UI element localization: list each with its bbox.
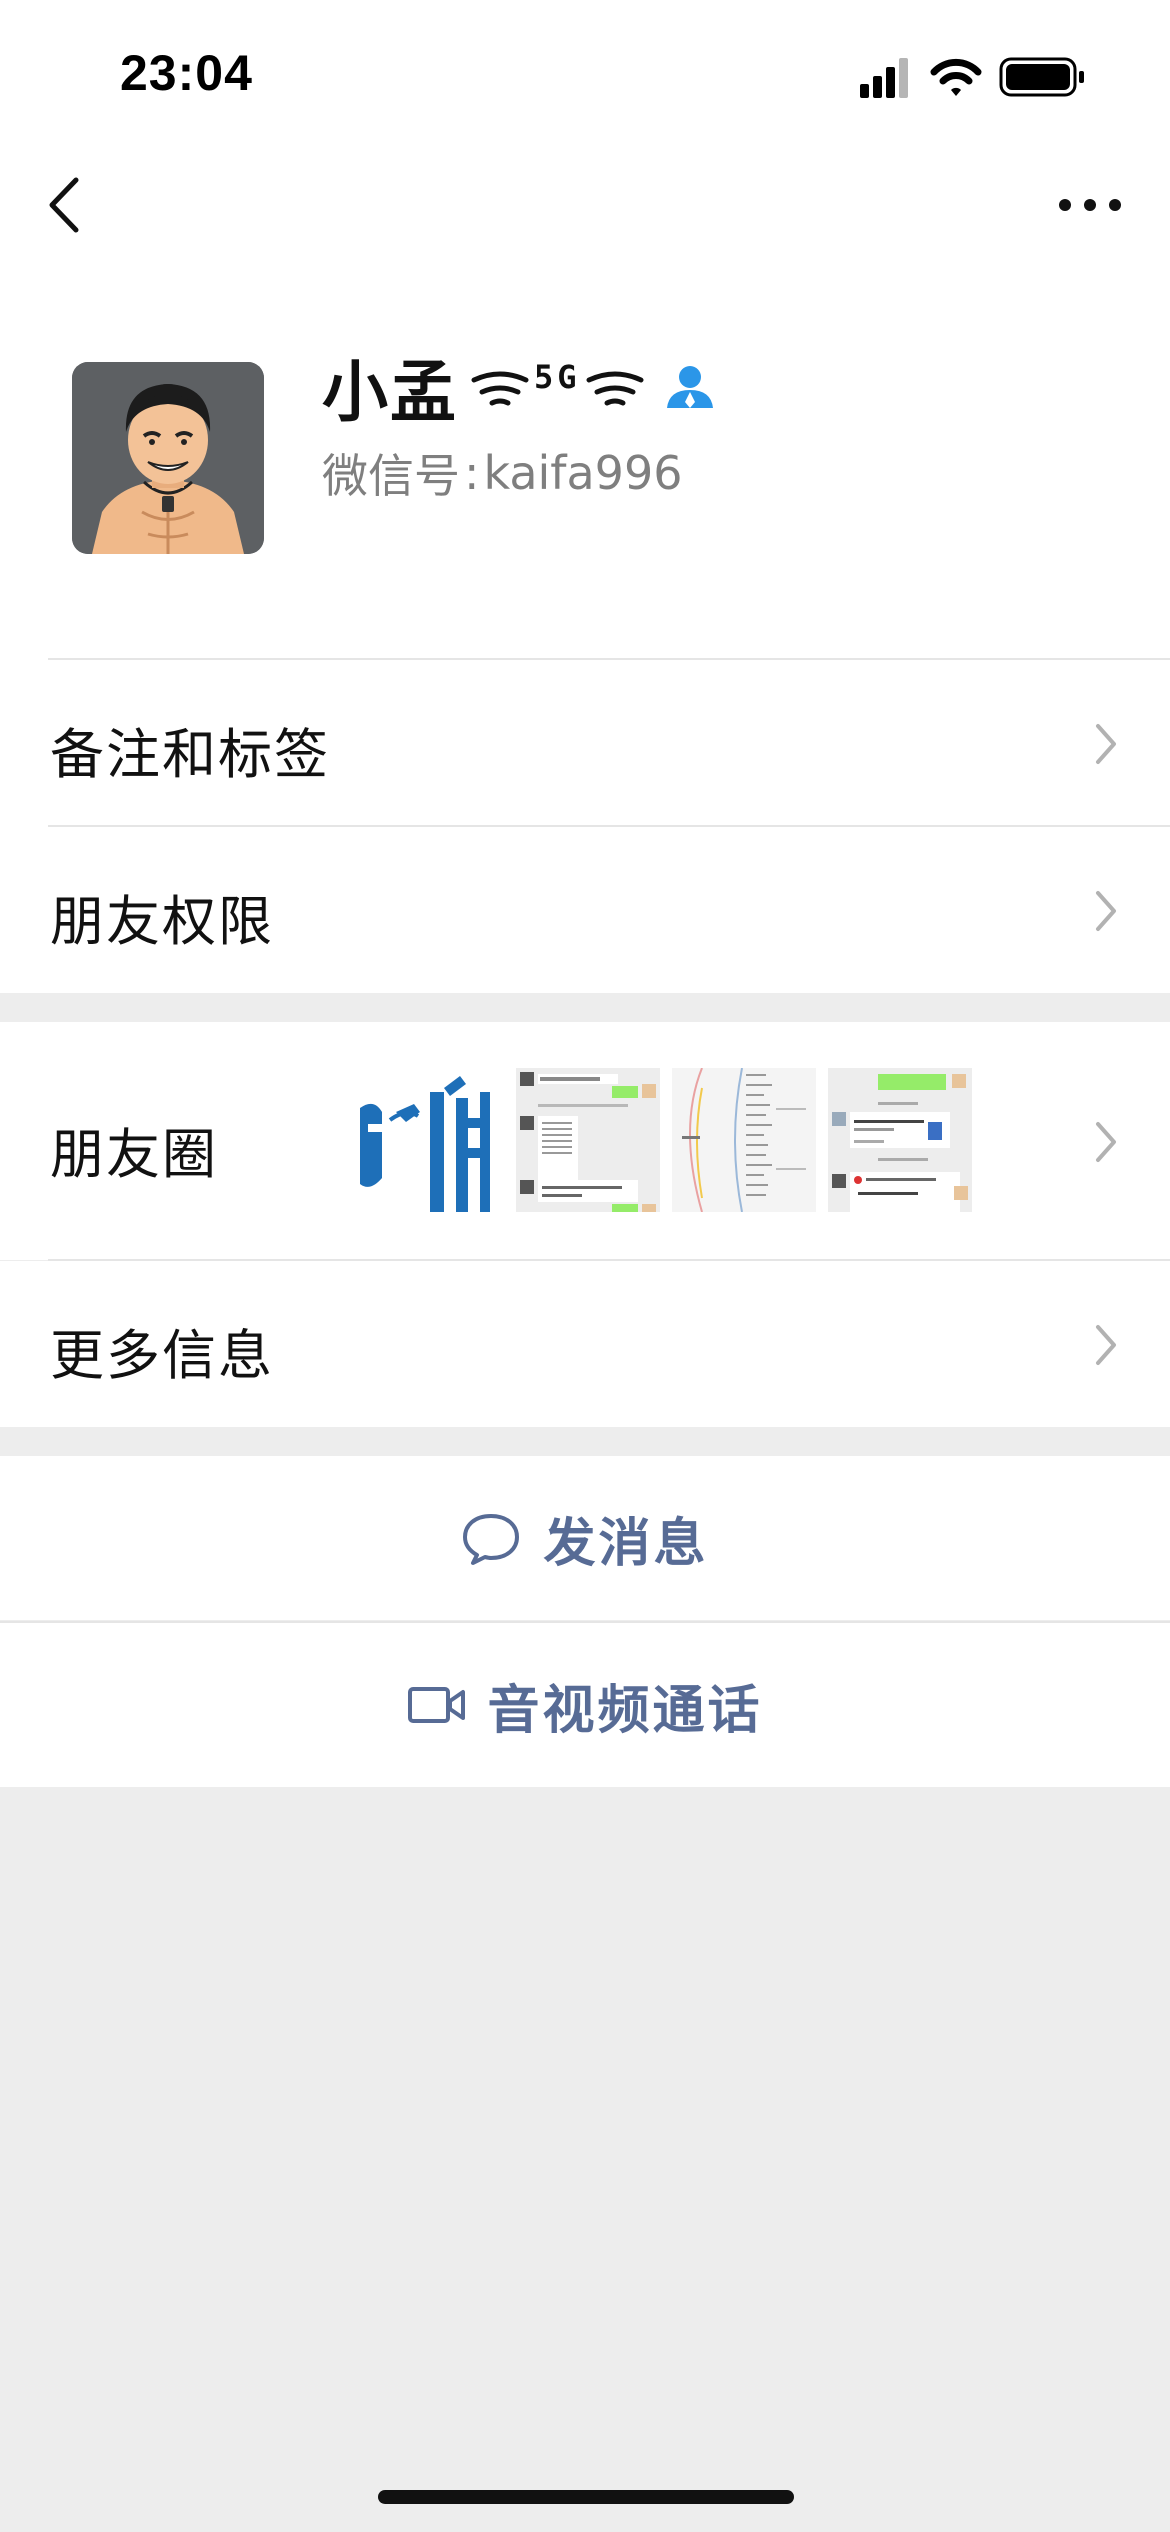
battery-icon [999,57,1084,97]
moments-thumbnail [828,1068,972,1212]
moments-thumbnail [360,1068,504,1212]
chevron-right-icon [1096,891,1116,931]
name-decoration: 5G [470,347,717,427]
signal-wave-icon [471,371,529,406]
wechat-id-value: kaifa996 [483,446,683,500]
moments-thumbnail [672,1068,816,1212]
profile-name: 小孟 [322,354,458,431]
status-icons [850,52,1090,102]
more-button[interactable] [1050,180,1130,230]
row-more-info-label: 更多信息 [50,1324,274,1387]
moments-thumbnail [516,1068,660,1212]
wechat-id-label: 微信号 [322,449,460,503]
chevron-right-icon [1096,724,1116,764]
avatar[interactable] [72,362,264,554]
wechat-id-row: 微信号 : kaifa996 [322,440,682,506]
row-remarks-tags-label: 备注和标签 [50,723,330,786]
signal-icon [860,58,908,98]
status-time: 23:04 [120,45,253,101]
video-camera-icon [408,1687,466,1723]
wifi-icon [930,58,982,96]
send-message-button[interactable]: 发消息 [0,1456,1170,1620]
chat-bubble-icon [463,1514,520,1565]
home-indicator[interactable] [378,2490,794,2504]
section-gap [0,994,1170,1022]
section-gap [0,1428,1170,1456]
av-call-button[interactable]: 音视频通话 [0,1623,1170,1787]
row-moments-label: 朋友圈 [50,1123,218,1186]
row-friend-permissions[interactable]: 朋友权限 [0,827,1170,993]
row-more-info[interactable]: 更多信息 [0,1261,1170,1427]
back-button[interactable] [40,170,90,240]
name-decoration-text: 5G [534,358,581,396]
profile-name-row: 小孟 5G [322,342,717,432]
signal-wave-icon [586,371,644,406]
send-message-label: 发消息 [543,1513,709,1574]
chevron-right-icon [1096,1122,1116,1162]
contact-person-icon [666,366,713,408]
chevron-left-icon [49,177,79,233]
chevron-right-icon [1096,1325,1116,1365]
row-remarks-tags[interactable]: 备注和标签 [0,660,1170,826]
more-dots-icon [1059,199,1121,211]
av-call-label: 音视频通话 [487,1680,763,1741]
row-friend-permissions-label: 朋友权限 [50,890,274,953]
wechat-id-colon: : [464,446,480,500]
